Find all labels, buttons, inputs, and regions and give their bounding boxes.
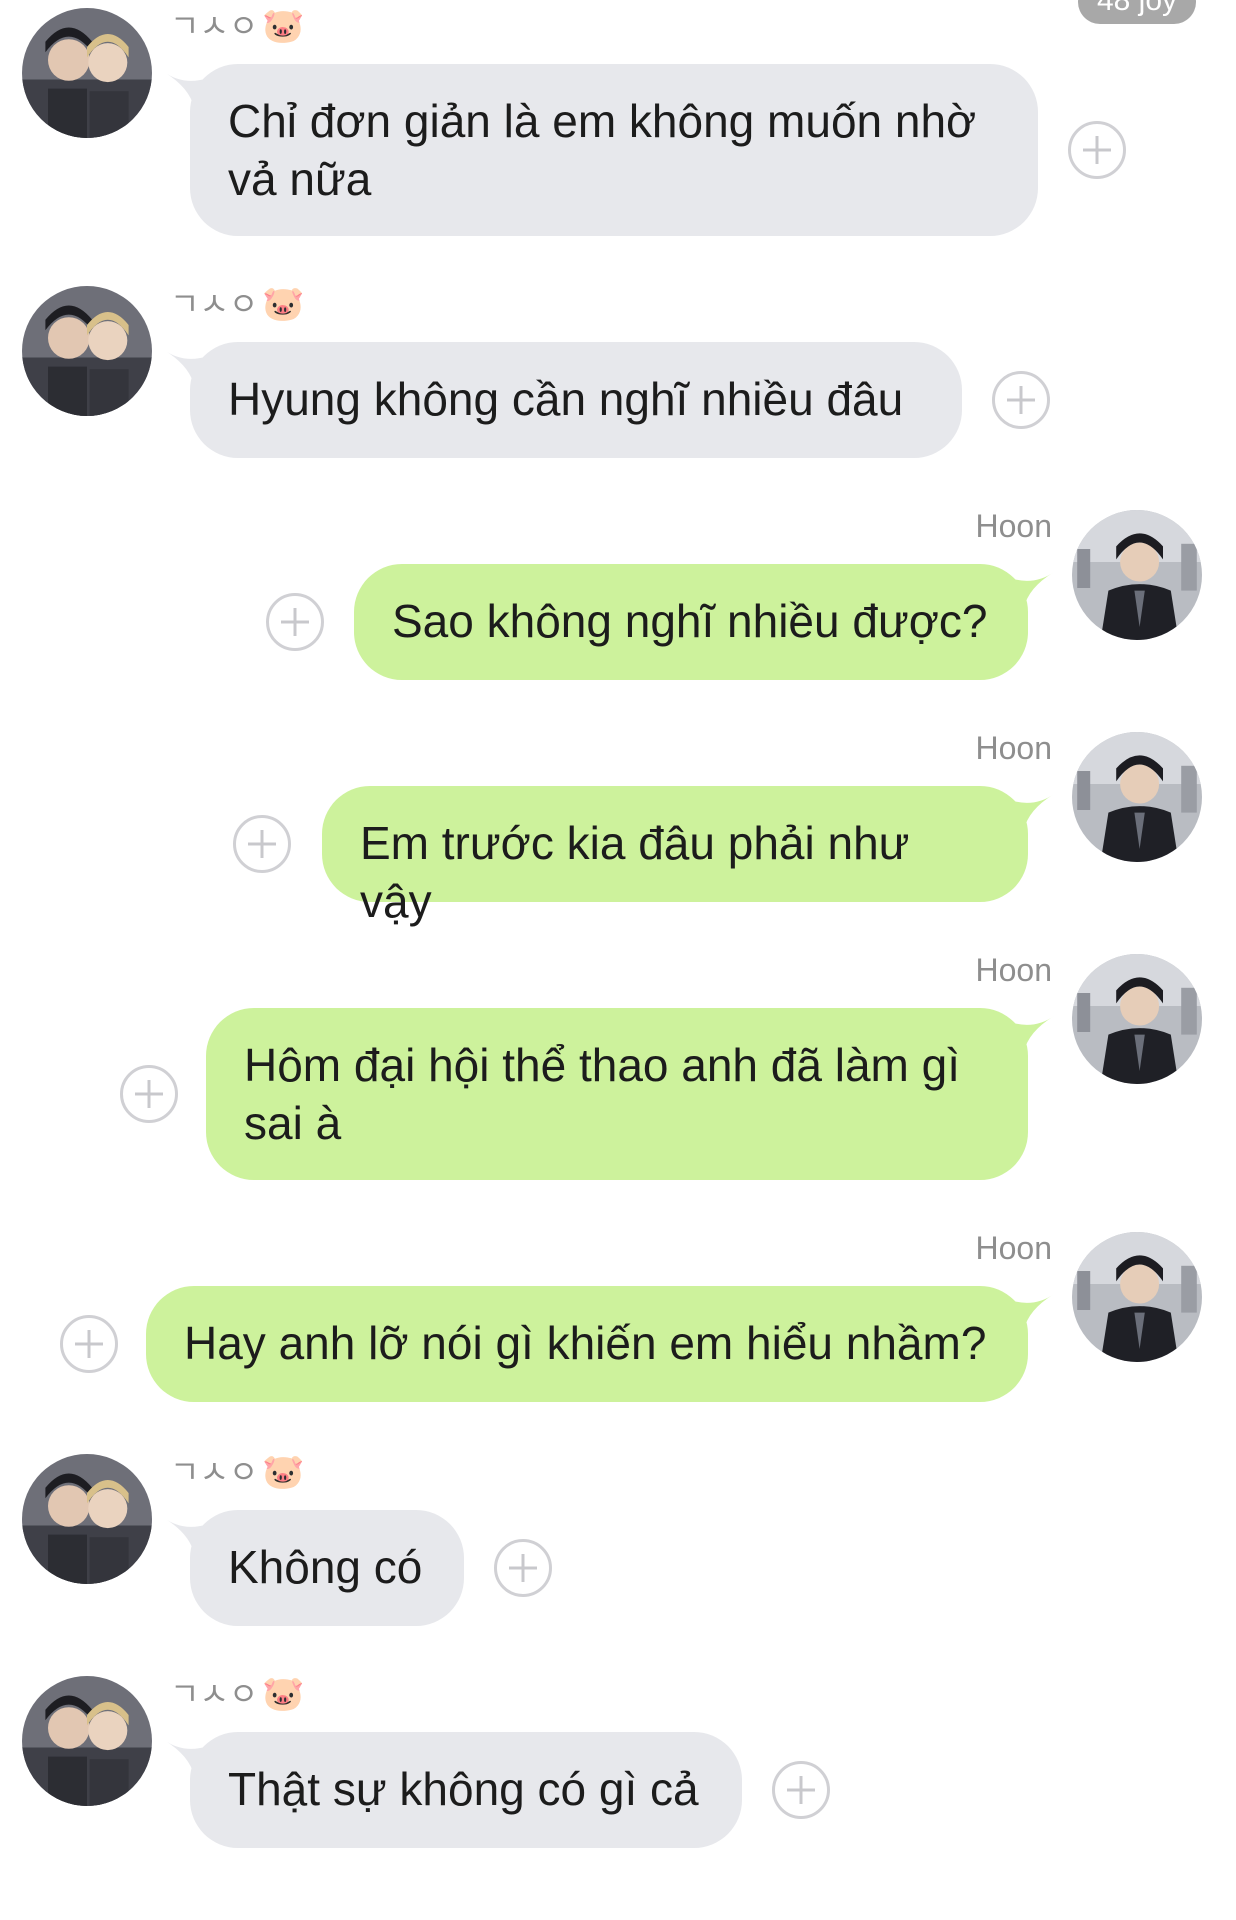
message-text: Sao không nghĩ nhiều được? — [392, 595, 988, 647]
avatar-other[interactable] — [22, 8, 152, 138]
sender-name: Hoon — [975, 1230, 1053, 1266]
bubble-tail — [1010, 1286, 1054, 1330]
message-text: Em trước kia đâu phải như vậy — [360, 817, 910, 927]
add-reaction-button[interactable] — [992, 371, 1050, 429]
add-reaction-button[interactable] — [772, 1761, 830, 1819]
pig-face-icon: 🐷 — [262, 1675, 305, 1713]
bubble-tail — [164, 342, 208, 386]
status-badge: 48 joy — [1078, 0, 1196, 24]
add-reaction-button[interactable] — [1068, 121, 1126, 179]
message-bubble-outgoing[interactable]: Hay anh lỡ nói gì khiến em hiểu nhầm? — [146, 1286, 1054, 1402]
add-reaction-button[interactable] — [266, 593, 324, 651]
avatar-self[interactable] — [1072, 1232, 1202, 1362]
sender-name: Hoon — [975, 508, 1053, 544]
message-bubble-incoming[interactable]: Hyung không cần nghĩ nhiều đâu — [164, 342, 962, 458]
bubble-tail — [1010, 1008, 1054, 1052]
bubble-tail — [1010, 564, 1054, 608]
add-reaction-button[interactable] — [233, 815, 291, 873]
avatar-self[interactable] — [1072, 954, 1202, 1084]
add-reaction-button[interactable] — [60, 1315, 118, 1373]
message-bubble-outgoing[interactable]: Hôm đại hội thể thao anh đã làm gì sai à — [206, 1008, 1054, 1180]
avatar-other[interactable] — [22, 286, 152, 416]
bubble-tail — [1010, 786, 1054, 830]
bubble-tail — [164, 1510, 208, 1554]
message-text: Hay anh lỡ nói gì khiến em hiểu nhầm? — [184, 1317, 987, 1369]
sender-name-text: ㄱㅅㅇ — [170, 1676, 259, 1712]
message-bubble-incoming[interactable]: Không có — [164, 1510, 464, 1626]
message-text: Thật sự không có gì cả — [228, 1763, 699, 1815]
bubble-tail — [164, 64, 208, 108]
sender-name: ㄱㅅㅇ 🐷 — [170, 284, 305, 324]
message-text: Chỉ đơn giản là em không muốn nhờ vả nữa — [228, 95, 977, 205]
sender-name-text: ㄱㅅㅇ — [170, 8, 259, 44]
message-bubble-outgoing[interactable]: Sao không nghĩ nhiều được? — [354, 564, 1054, 680]
pig-face-icon: 🐷 — [262, 285, 305, 323]
sender-name: ㄱㅅㅇ 🐷 — [170, 1452, 305, 1492]
avatar-other[interactable] — [22, 1676, 152, 1806]
message-text: Hyung không cần nghĩ nhiều đâu — [228, 373, 904, 425]
sender-name: Hoon — [975, 952, 1053, 988]
add-reaction-button[interactable] — [494, 1539, 552, 1597]
sender-name: Hoon — [975, 730, 1053, 766]
avatar-self[interactable] — [1072, 732, 1202, 862]
message-bubble-incoming[interactable]: Thật sự không có gì cả — [164, 1732, 742, 1848]
add-reaction-button[interactable] — [120, 1065, 178, 1123]
sender-name: ㄱㅅㅇ 🐷 — [170, 6, 305, 46]
message-bubble-incoming[interactable]: Chỉ đơn giản là em không muốn nhờ vả nữa — [164, 64, 1038, 236]
pig-face-icon: 🐷 — [262, 7, 305, 45]
avatar-other[interactable] — [22, 1454, 152, 1584]
sender-name-text: ㄱㅅㅇ — [170, 286, 259, 322]
bubble-tail — [164, 1732, 208, 1776]
pig-face-icon: 🐷 — [262, 1453, 305, 1491]
sender-name: ㄱㅅㅇ 🐷 — [170, 1674, 305, 1714]
sender-name-text: ㄱㅅㅇ — [170, 1454, 259, 1490]
message-text: Không có — [228, 1541, 423, 1593]
message-text: Hôm đại hội thể thao anh đã làm gì sai à — [244, 1039, 961, 1149]
avatar-self[interactable] — [1072, 510, 1202, 640]
message-bubble-outgoing[interactable]: Em trước kia đâu phải như vậy — [322, 786, 1054, 927]
